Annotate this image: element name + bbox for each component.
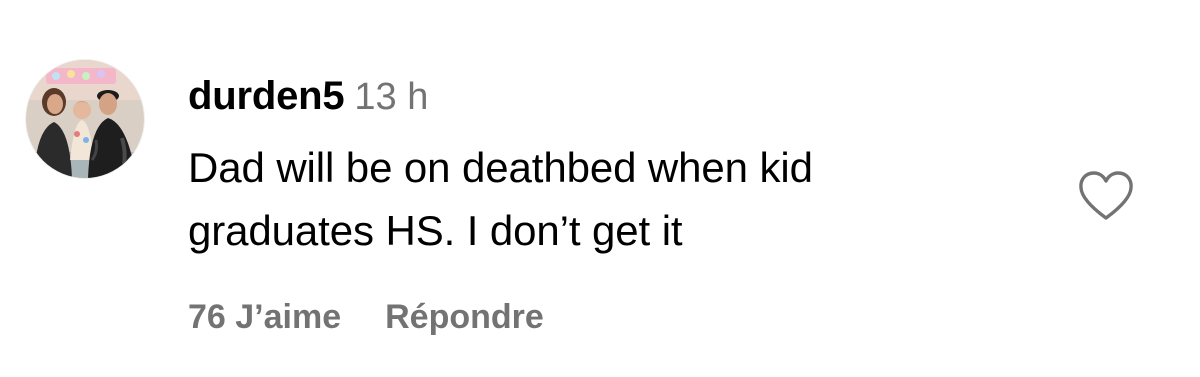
avatar-photo-icon	[26, 60, 144, 178]
comment: durden5 13 h Dad will be on deathbed when…	[0, 0, 1200, 377]
comment-header: durden5 13 h	[188, 76, 428, 116]
heart-outline-icon	[1079, 171, 1133, 220]
username-link[interactable]: durden5	[188, 74, 345, 118]
comment-text-line: graduates HS. I don’t get it	[188, 207, 683, 254]
likes-count-button[interactable]: 76 J’aime	[188, 300, 341, 334]
timestamp: 13 h	[354, 76, 429, 118]
comment-text: Dad will be on deathbed when kid graduat…	[188, 136, 1048, 262]
comment-actions: 76 J’aime Répondre	[188, 300, 544, 334]
reply-button[interactable]: Répondre	[385, 300, 544, 334]
comment-text-line: Dad will be on deathbed when kid	[188, 144, 813, 191]
like-button[interactable]	[1076, 168, 1136, 224]
avatar[interactable]	[26, 60, 144, 178]
